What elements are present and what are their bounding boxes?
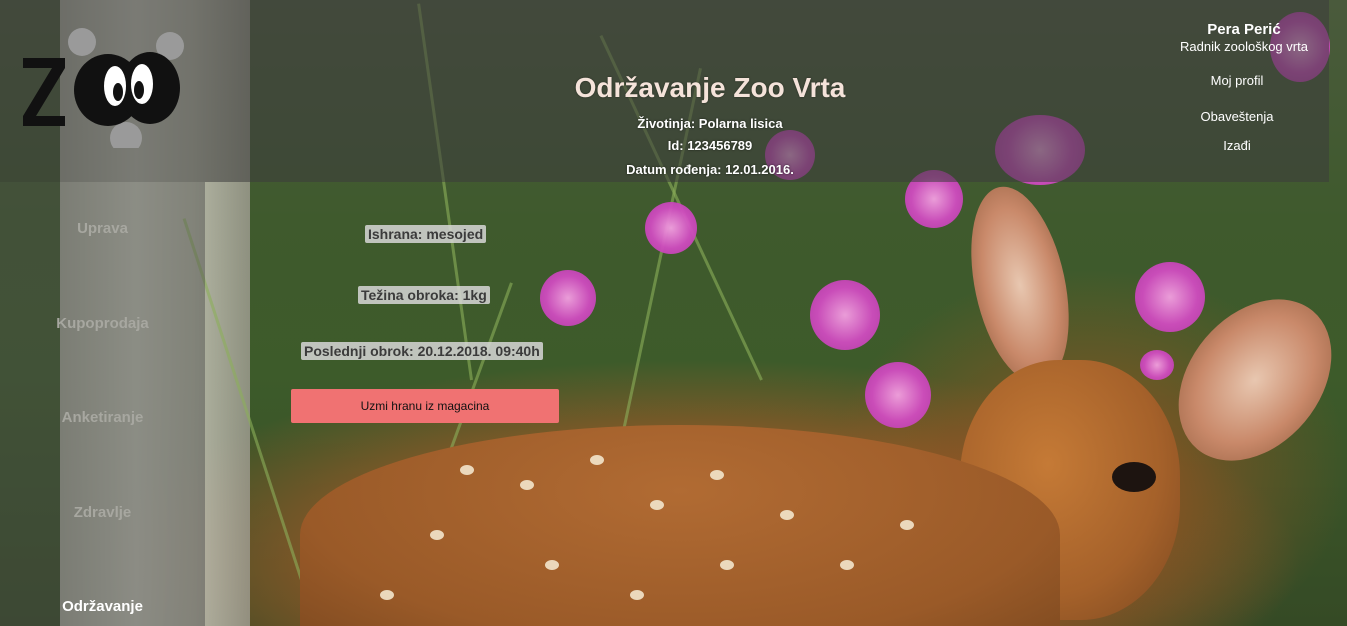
last-meal-label: Poslednji obrok: 20.12.2018. 09:40h: [301, 342, 543, 360]
sidebar-item-zdravlje[interactable]: Zdravlje: [0, 504, 205, 521]
background-fawn-spot: [780, 510, 794, 520]
animal-name-text: Životinja: Polarna lisica: [637, 116, 783, 131]
background-flower: [1140, 350, 1174, 380]
background-fawn-spot: [710, 470, 724, 480]
background-fawn-spot: [460, 465, 474, 475]
background-flower: [1135, 262, 1205, 332]
background-fawn-body: [300, 425, 1060, 626]
user-role: Radnik zoološkog vrta: [1180, 39, 1308, 54]
background-fawn-spot: [630, 590, 644, 600]
sidebar-item-kupoprodaja[interactable]: Kupoprodaja: [0, 315, 205, 332]
notifications-link[interactable]: Obaveštenja: [1167, 109, 1307, 124]
background-fawn-spot: [840, 560, 854, 570]
take-food-from-warehouse-button[interactable]: Uzmi hranu iz magacina: [291, 389, 559, 423]
background-fawn-nose: [975, 540, 1045, 595]
sidebar-item-anketiranje[interactable]: Anketiranje: [0, 409, 205, 426]
sidebar-item-odrzavanje[interactable]: Održavanje: [0, 598, 205, 615]
meal-weight-label: Težina obroka: 1kg: [358, 286, 490, 304]
diet-label: Ishrana: mesojed: [365, 225, 487, 243]
background-fawn-spot: [380, 590, 394, 600]
background-fawn-eye: [1112, 462, 1156, 492]
sidebar-item-uprava[interactable]: Uprava: [0, 220, 205, 237]
background-fawn-spot: [520, 480, 534, 490]
my-profile-link[interactable]: Moj profil: [1167, 73, 1307, 88]
background-flower: [645, 202, 697, 254]
background-fawn-head: [960, 360, 1180, 620]
animal-id-text: Id: 123456789: [667, 138, 753, 153]
background-fawn-spot: [430, 530, 444, 540]
background-fawn-spot: [545, 560, 559, 570]
logout-link[interactable]: Izađi: [1167, 138, 1307, 153]
background-fawn-ear: [955, 177, 1085, 393]
background-fawn-spot: [900, 520, 914, 530]
sidebar: [0, 182, 205, 626]
page-title: Održavanje Zoo Vrta: [574, 72, 846, 103]
background-flower: [865, 362, 931, 428]
zoo-logo[interactable]: [20, 28, 195, 148]
animal-birthdate-text: Datum rođenja: 12.01.2016.: [626, 162, 794, 177]
background-fawn-ear: [1147, 269, 1347, 491]
background-flower: [540, 270, 596, 326]
background-grass: [380, 282, 513, 626]
background-fawn-spot: [650, 500, 664, 510]
background-fawn-spot: [590, 455, 604, 465]
background-fawn-spot: [720, 560, 734, 570]
user-name: Pera Perić: [1207, 21, 1281, 38]
app-window: Održavanje Zoo Vrta Životinja: Polarna l…: [0, 0, 1347, 626]
background-flower: [810, 280, 880, 350]
